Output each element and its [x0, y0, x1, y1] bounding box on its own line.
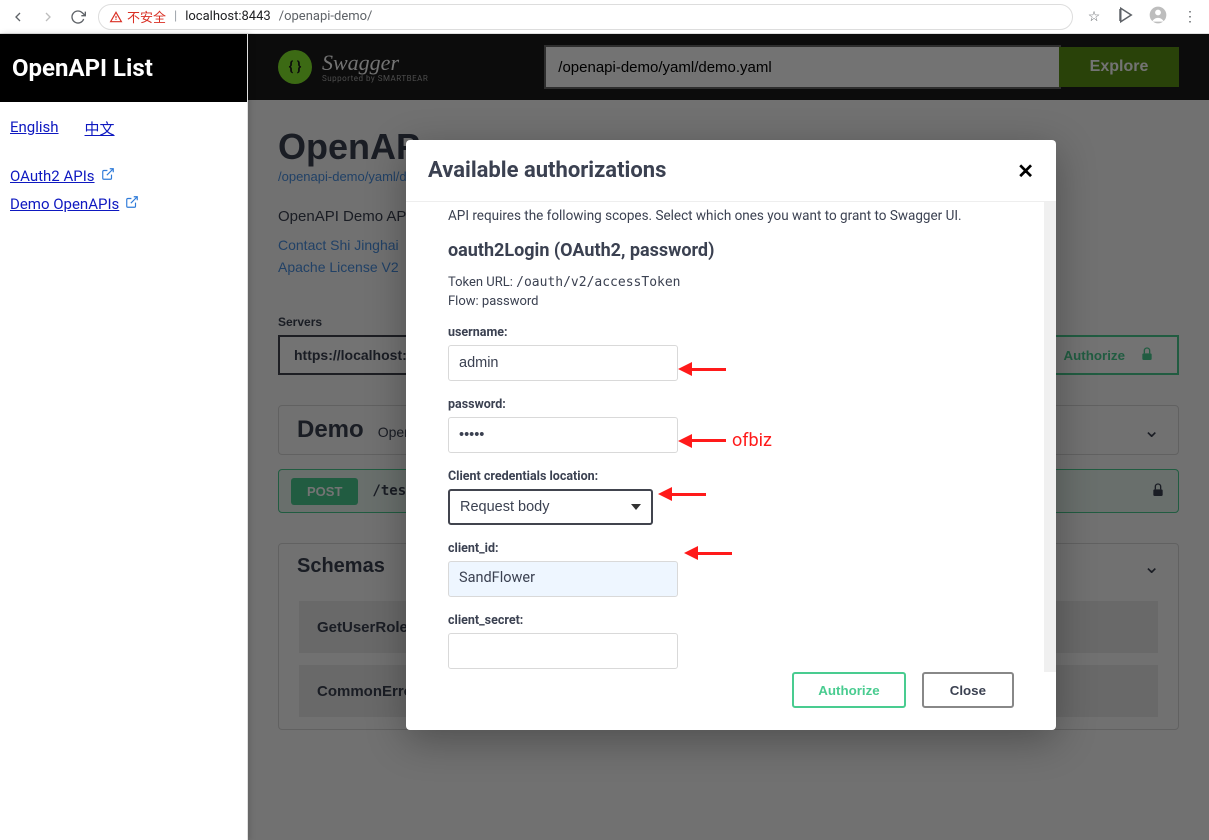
auth-scheme-heading: oauth2Login (OAuth2, password) [448, 240, 1002, 261]
username-input[interactable] [448, 345, 678, 381]
nav-reload-button[interactable] [68, 7, 88, 27]
nav-forward-button[interactable] [38, 7, 58, 27]
url-host: localhost:8443 [185, 9, 271, 24]
client-secret-input[interactable] [448, 633, 678, 669]
password-label: password: [448, 397, 1002, 412]
profile-icon[interactable] [1147, 5, 1169, 29]
client-id-field[interactable]: SandFlower [448, 561, 678, 597]
nav-back-button[interactable] [8, 7, 28, 27]
client-secret-label: client_secret: [448, 613, 1002, 628]
address-bar[interactable]: 不安全 | localhost:8443/openapi-demo/ [98, 4, 1073, 30]
client-id-label: client_id: [448, 541, 1002, 556]
token-url-line: Token URL: /oauth/v2/accessToken [448, 275, 1002, 290]
lang-chinese-link[interactable]: 中文 [85, 118, 115, 139]
lang-english-link[interactable]: English [10, 118, 59, 139]
modal-title: Available authorizations [428, 158, 666, 183]
star-icon[interactable]: ☆ [1083, 9, 1105, 25]
credentials-location-label: Client credentials location: [448, 469, 1002, 484]
sidebar-title: OpenAPI List [0, 34, 247, 102]
modal-close-button[interactable]: ✕ [1017, 159, 1034, 183]
authorize-button[interactable]: Authorize [792, 672, 905, 708]
flow-line: Flow: password [448, 294, 1002, 309]
credentials-location-select[interactable]: Request body [448, 489, 653, 525]
url-path: /openapi-demo/ [279, 9, 373, 24]
close-button[interactable]: Close [922, 672, 1014, 708]
external-link-icon [125, 195, 139, 213]
insecure-label: 不安全 [127, 7, 166, 26]
sidebar: OpenAPI List English 中文 OAuth2 APIs Demo… [0, 34, 248, 840]
external-link-icon [101, 167, 115, 185]
reader-icon[interactable] [1115, 6, 1137, 28]
password-input[interactable] [448, 417, 678, 453]
sidebar-api-oauth2[interactable]: OAuth2 APIs [10, 167, 95, 185]
insecure-badge: 不安全 [109, 7, 166, 26]
username-label: username: [448, 325, 1002, 340]
scopes-description: API requires the following scopes. Selec… [448, 208, 1002, 224]
menu-icon[interactable]: ⋮ [1179, 9, 1201, 25]
sidebar-api-demo[interactable]: Demo OpenAPIs [10, 195, 119, 213]
authorizations-modal: Available authorizations ✕ API requires … [406, 140, 1056, 730]
browser-toolbar: 不安全 | localhost:8443/openapi-demo/ ☆ ⋮ [0, 0, 1209, 34]
